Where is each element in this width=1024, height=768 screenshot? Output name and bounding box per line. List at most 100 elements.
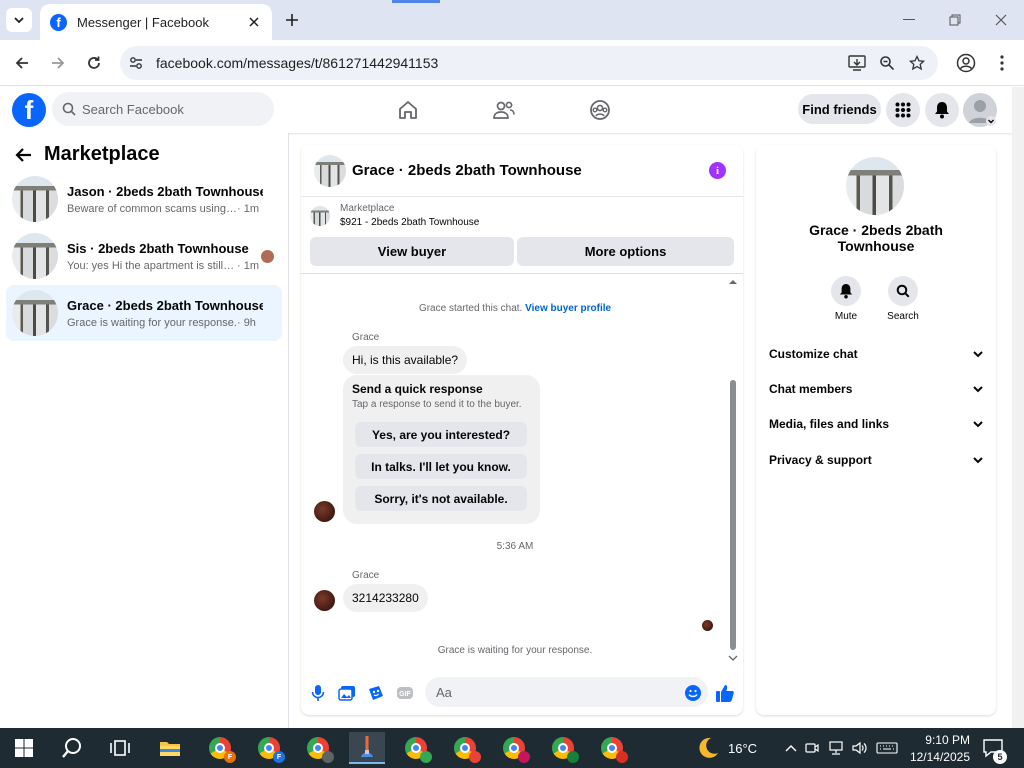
chrome-profile-icon[interactable] xyxy=(594,732,630,764)
customize-chat-section[interactable]: Customize chat xyxy=(769,343,983,365)
sticker-icon[interactable] xyxy=(365,682,387,704)
microphone-icon[interactable] xyxy=(307,682,329,704)
marketplace-title: Marketplace xyxy=(44,143,160,165)
mute-button[interactable]: Mute xyxy=(816,276,876,322)
bookmark-star-icon[interactable] xyxy=(902,48,932,78)
message-bubble: Hi, is this available? xyxy=(343,346,468,374)
conversation-time: · 1m xyxy=(237,202,259,215)
facebook-search-input[interactable] xyxy=(82,101,262,117)
scroll-up-icon[interactable] xyxy=(728,278,738,286)
quick-response-yes-button[interactable]: Yes, are you interested? xyxy=(355,422,527,447)
gif-icon[interactable]: GIF xyxy=(394,682,416,704)
chrome-profile-icon[interactable] xyxy=(447,732,483,764)
windows-start-icon[interactable] xyxy=(6,732,42,764)
back-arrow-icon[interactable] xyxy=(14,147,32,163)
chrome-profile-icon[interactable] xyxy=(545,732,581,764)
listing-photo[interactable] xyxy=(846,157,904,215)
network-icon[interactable] xyxy=(824,741,848,755)
groups-icon[interactable] xyxy=(587,97,613,123)
scrollbar-thumb[interactable] xyxy=(730,380,736,650)
chrome-profile-icon[interactable] xyxy=(300,732,336,764)
facebook-logo[interactable]: f xyxy=(12,93,46,127)
thumbs-up-icon[interactable] xyxy=(714,682,736,704)
notification-center-icon[interactable]: 5 xyxy=(982,728,1007,768)
chrome-profile-icon[interactable]: F xyxy=(251,732,287,764)
sender-name: Grace xyxy=(352,570,380,581)
file-explorer-icon[interactable] xyxy=(152,732,188,764)
forward-icon[interactable] xyxy=(46,51,70,75)
facebook-search-box[interactable] xyxy=(52,92,274,126)
media-files-links-section[interactable]: Media, files and links xyxy=(769,413,983,435)
new-tab-icon[interactable] xyxy=(280,8,304,32)
quick-response-title: Send a quick response xyxy=(352,382,483,396)
more-options-button[interactable]: More options xyxy=(517,237,734,266)
chat-avatar[interactable] xyxy=(314,154,346,187)
volume-icon[interactable] xyxy=(848,741,872,755)
clock[interactable]: 9:10 PM 12/14/2025 xyxy=(908,728,970,768)
browser-tab[interactable]: f Messenger | Facebook xyxy=(40,4,272,40)
view-buyer-button[interactable]: View buyer xyxy=(310,237,514,266)
view-buyer-profile-link[interactable]: View buyer profile xyxy=(525,303,611,314)
address-bar[interactable]: facebook.com/messages/t/861271442941153 xyxy=(120,46,938,80)
close-tab-icon[interactable] xyxy=(242,10,266,34)
menu-grid-icon[interactable] xyxy=(886,93,920,127)
divider xyxy=(301,273,743,274)
site-settings-icon[interactable] xyxy=(128,55,144,71)
restore-icon[interactable] xyxy=(932,0,978,40)
notifications-bell-icon[interactable] xyxy=(925,93,959,127)
show-hidden-icons-icon[interactable] xyxy=(782,744,800,752)
conversation-name: Grace · 2beds 2bath Townhouse xyxy=(67,297,263,313)
find-friends-button[interactable]: Find friends xyxy=(798,94,881,124)
conversation-item-sis[interactable]: Sis · 2beds 2bath Townhouse You: yes Hi … xyxy=(6,228,282,284)
minimize-icon[interactable] xyxy=(886,0,932,40)
profile-icon[interactable] xyxy=(954,51,978,75)
chrome-profile-icon[interactable] xyxy=(496,732,532,764)
sender-avatar[interactable] xyxy=(314,501,335,522)
info-icon[interactable]: i xyxy=(709,162,726,179)
quick-response-not-available-button[interactable]: Sorry, it's not available. xyxy=(355,486,527,511)
privacy-support-section[interactable]: Privacy & support xyxy=(769,449,983,471)
scroll-down-icon[interactable] xyxy=(728,654,738,662)
chat-header: Grace · 2beds 2bath Townhouse i xyxy=(301,145,743,197)
tab-search-button[interactable] xyxy=(6,8,32,32)
search-icon[interactable] xyxy=(54,732,90,764)
notification-count-badge: 5 xyxy=(993,750,1007,764)
account-avatar[interactable] xyxy=(963,93,997,127)
thread-scrollbar[interactable] xyxy=(728,276,738,666)
message-input[interactable] xyxy=(425,677,708,707)
chat-started-text: Grace started this chat. xyxy=(418,303,523,314)
section-label: Privacy & support xyxy=(769,453,872,467)
reload-icon[interactable] xyxy=(82,51,106,75)
emoji-icon[interactable] xyxy=(682,682,704,704)
home-icon[interactable] xyxy=(395,97,421,123)
zoom-icon[interactable] xyxy=(872,48,902,78)
close-window-icon[interactable] xyxy=(978,0,1024,40)
meet-now-icon[interactable] xyxy=(800,741,824,755)
chevron-down-icon xyxy=(973,420,983,427)
page-scrollbar[interactable] xyxy=(1012,87,1024,728)
weather-widget[interactable]: 16°C xyxy=(696,728,757,768)
keyboard-icon[interactable] xyxy=(872,742,902,754)
install-app-icon[interactable] xyxy=(842,48,872,78)
listing-summary[interactable]: Marketplace $921 - 2beds 2bath Townhouse xyxy=(310,203,479,228)
photo-icon[interactable] xyxy=(336,682,358,704)
weather-temperature: 16°C xyxy=(728,740,758,756)
clock-time: 9:10 PM xyxy=(925,732,970,747)
friends-icon[interactable] xyxy=(491,97,517,123)
sender-avatar[interactable] xyxy=(314,590,335,611)
paint-app-icon[interactable] xyxy=(349,732,385,764)
chrome-profile-icon[interactable] xyxy=(398,732,434,764)
back-icon[interactable] xyxy=(10,51,34,75)
quick-response-in-talks-button[interactable]: In talks. I'll let you know. xyxy=(355,454,527,479)
browser-menu-icon[interactable] xyxy=(990,51,1014,75)
section-label: Chat members xyxy=(769,382,853,396)
conversation-item-jason[interactable]: Jason · 2beds 2bath Townhouse Beware of … xyxy=(6,171,282,227)
search-conversation-button[interactable]: Search xyxy=(873,276,933,322)
chat-title[interactable]: Grace · 2beds 2bath Townhouse xyxy=(352,162,582,179)
task-view-icon[interactable] xyxy=(102,732,138,764)
read-receipt-avatar xyxy=(702,620,713,631)
chrome-profile-f-icon[interactable]: F xyxy=(202,732,238,764)
chat-members-section[interactable]: Chat members xyxy=(769,378,983,400)
conversation-name: Jason · 2beds 2bath Townhouse xyxy=(67,183,263,199)
conversation-item-grace[interactable]: Grace · 2beds 2bath Townhouse Grace is w… xyxy=(6,285,282,341)
